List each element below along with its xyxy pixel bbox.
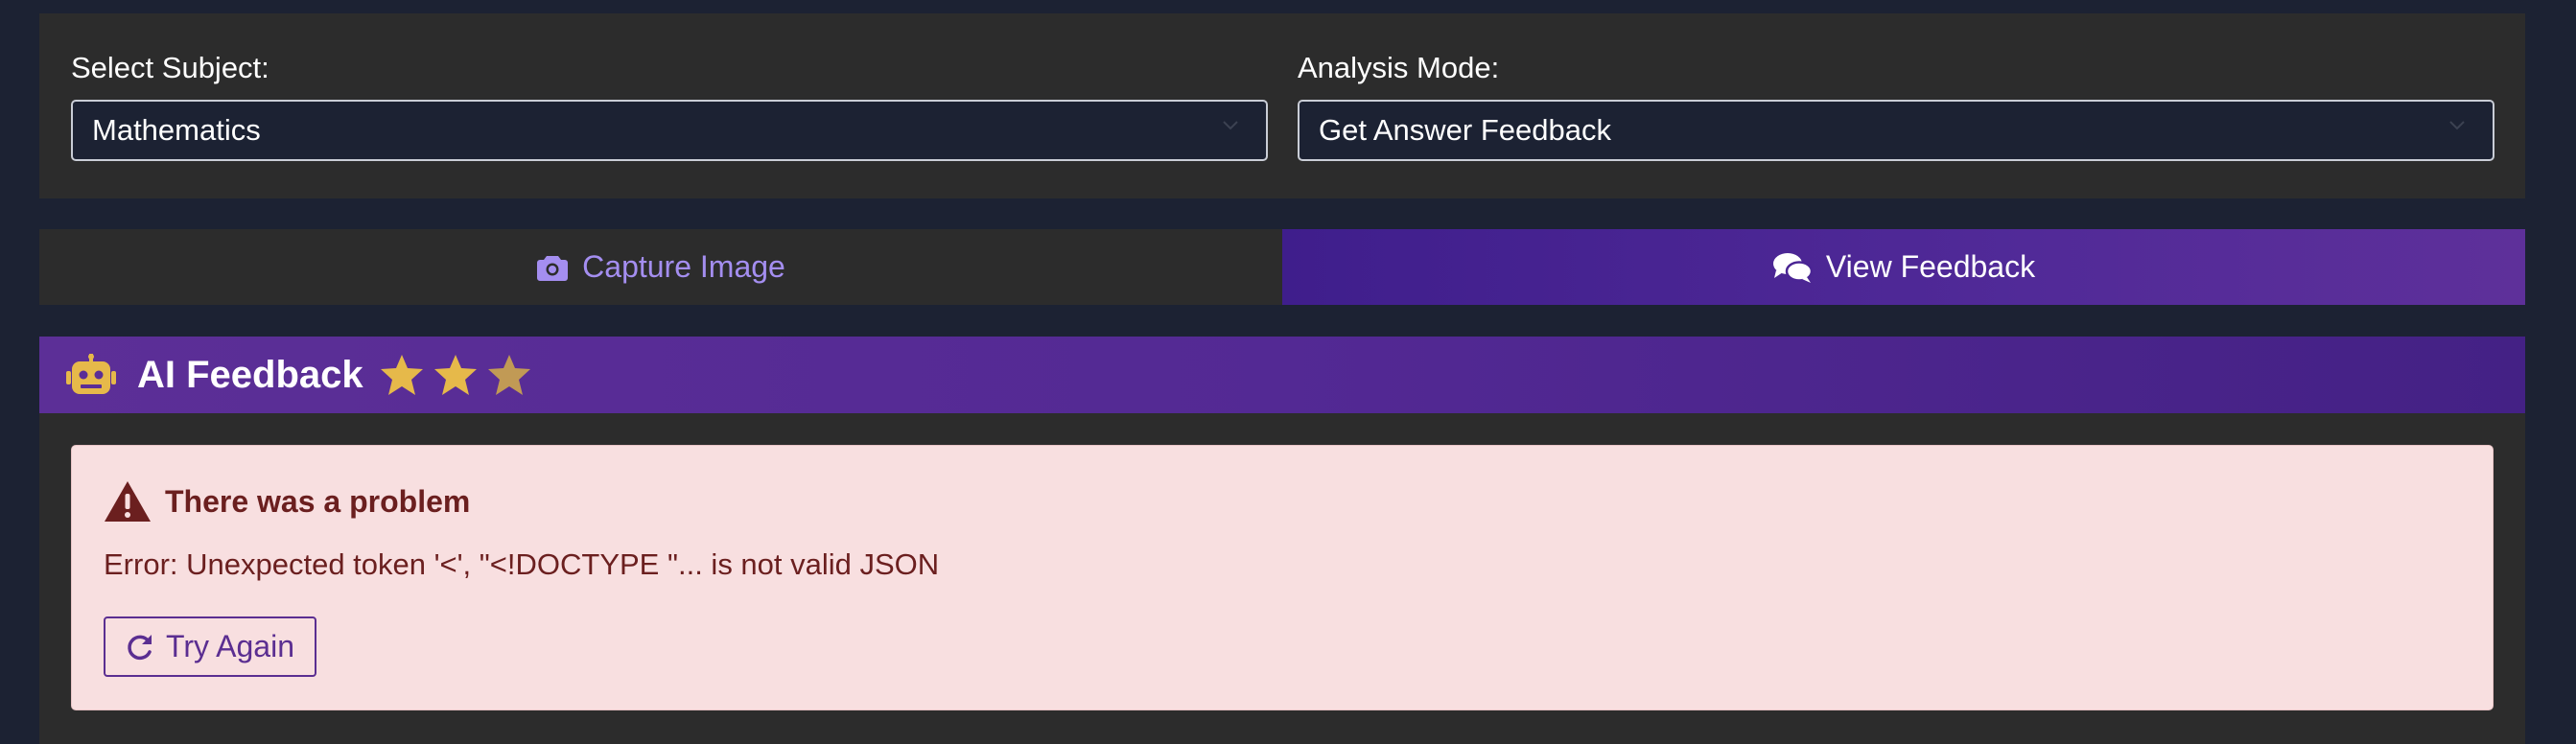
feedback-title: AI Feedback — [137, 353, 363, 396]
try-again-label: Try Again — [166, 629, 294, 663]
try-again-button[interactable]: Try Again — [104, 616, 316, 677]
subject-select[interactable]: Mathematics — [71, 100, 1268, 161]
comments-icon — [1772, 251, 1813, 284]
mode-field-group: Analysis Mode: Get Answer Feedback — [1298, 50, 2494, 161]
error-alert: There was a problem Error: Unexpected to… — [71, 445, 2494, 710]
tab-view-feedback-label: View Feedback — [1825, 249, 2036, 284]
feedback-card: AI Feedback There was a problem Error: U… — [39, 337, 2525, 744]
error-message: Error: Unexpected token '<', "<!DOCTYPE … — [104, 547, 940, 581]
feedback-header: AI Feedback — [39, 337, 2525, 413]
error-heading: There was a problem — [104, 480, 470, 523]
tab-bar: Capture Image View Feedback — [39, 229, 2525, 305]
subject-label: Select Subject: — [71, 51, 269, 84]
tab-capture-image[interactable]: Capture Image — [39, 229, 1282, 305]
subject-select-value: Mathematics — [92, 113, 261, 147]
mode-select-value: Get Answer Feedback — [1319, 113, 1611, 147]
tab-view-feedback[interactable]: View Feedback — [1282, 229, 2525, 305]
redo-icon — [126, 633, 154, 662]
mode-select[interactable]: Get Answer Feedback — [1298, 100, 2494, 161]
robot-icon — [66, 354, 116, 396]
subject-field-group: Select Subject: Mathematics — [71, 50, 1268, 161]
mode-label: Analysis Mode: — [1298, 51, 1500, 84]
chevron-down-icon — [2449, 121, 2465, 130]
page: Select Subject: Mathematics Analysis Mod… — [0, 0, 2576, 744]
warning-triangle-icon — [104, 480, 152, 523]
star-icon-2 — [433, 353, 479, 397]
tab-capture-image-label: Capture Image — [582, 249, 785, 284]
error-heading-text: There was a problem — [165, 483, 471, 519]
chevron-down-icon — [1223, 121, 1238, 130]
camera-icon — [536, 253, 569, 282]
star-icon-3 — [486, 353, 532, 397]
star-icon-1 — [379, 353, 425, 397]
selector-panel: Select Subject: Mathematics Analysis Mod… — [39, 13, 2525, 198]
